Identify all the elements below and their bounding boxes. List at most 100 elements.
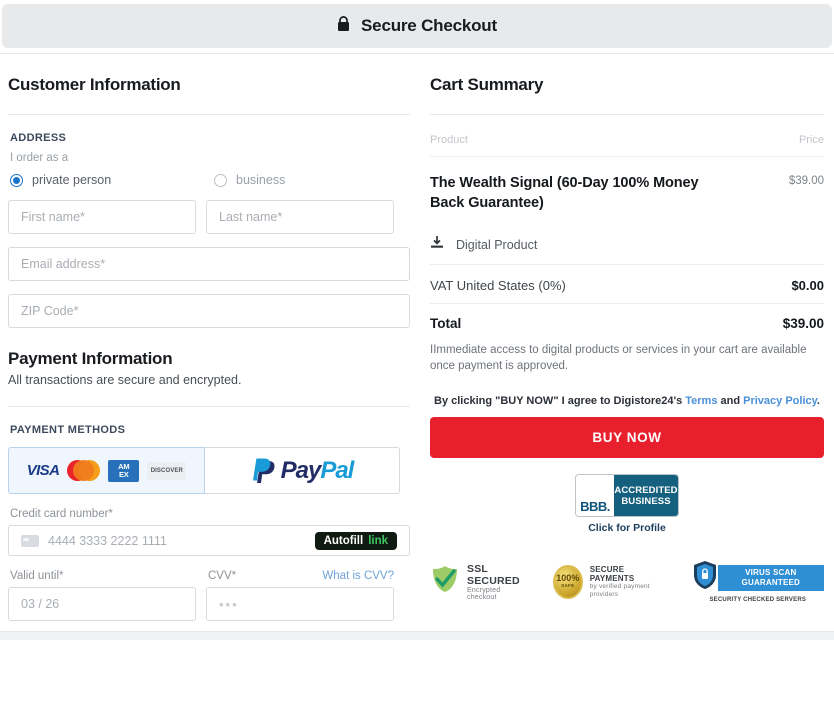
paypal-icon <box>251 457 277 485</box>
payment-method-credit-card[interactable]: VISA AM EX DISCOVER <box>8 447 205 494</box>
virus-scan-subtitle: SECURITY CHECKED SERVERS <box>709 597 807 603</box>
secure-payments-badge: 100% SAFE SECURE PAYMENTS by verified pa… <box>552 564 668 599</box>
cart-summary-title: Cart Summary <box>430 75 544 94</box>
secure-payments-subtitle: by verified payment providers <box>589 582 650 598</box>
name-fields-row: First name* Last name* <box>8 200 410 234</box>
virus-scan-badge: VIRUS SCAN GUARANTEED SECURITY CHECKED S… <box>692 560 824 603</box>
secure-payments-title: SECURE PAYMENTS <box>589 564 635 583</box>
order-as-label: I order as a <box>10 152 69 164</box>
shield-lock-icon <box>692 560 718 595</box>
cvv-input[interactable]: ••• <box>206 587 394 621</box>
footer-strip <box>0 632 834 640</box>
total-row: Total $39.00 <box>430 316 824 331</box>
zip-placeholder: ZIP Code* <box>21 304 79 318</box>
radio-indicator-selected <box>10 173 23 187</box>
delivery-note: IImmediate access to digital products or… <box>430 344 807 372</box>
email-input[interactable]: Email address* <box>8 247 410 281</box>
ssl-title: SSL SECURED <box>467 562 520 587</box>
customer-information-title: Customer Information <box>8 75 181 94</box>
autofill-link-button[interactable]: Autofill link <box>314 531 397 550</box>
terms-suffix: . <box>816 395 820 407</box>
cart-column-product: Product <box>430 134 468 146</box>
first-name-input[interactable]: First name* <box>8 200 196 234</box>
bbb-line1: ACCREDITED <box>614 484 678 496</box>
page-title: Secure Checkout <box>361 16 497 35</box>
payment-methods-label: PAYMENT METHODS <box>10 424 126 436</box>
cart-item-price: $39.00 <box>788 175 824 187</box>
payment-information-title: Payment Information <box>8 349 173 368</box>
cart-item-divider <box>430 264 824 265</box>
last-name-placeholder: Last name* <box>219 210 283 224</box>
radio-business-label: business <box>236 173 286 187</box>
email-field-row: Email address* <box>8 247 410 281</box>
valid-until-label: Valid until* <box>10 570 64 582</box>
bbb-text: ACCREDITED BUSINESS <box>614 475 678 516</box>
payment-method-paypal[interactable]: PayPal <box>205 447 400 494</box>
total-label: Total <box>430 316 462 331</box>
ssl-check-icon <box>430 564 460 599</box>
address-label: ADDRESS <box>10 132 67 144</box>
last-name-input[interactable]: Last name* <box>206 200 394 234</box>
radio-private-person-label: private person <box>32 173 112 187</box>
paypal-label-pay: Pay <box>280 456 322 484</box>
order-as-radio-group: private person business <box>10 173 410 187</box>
payment-method-options: VISA AM EX DISCOVER PayPal <box>8 447 410 494</box>
payment-title-divider <box>8 406 410 407</box>
cart-column: Cart Summary Product Price The Wealth Si… <box>420 54 834 621</box>
checkout-layout: Customer Information ADDRESS I order as … <box>0 54 834 621</box>
radio-business[interactable]: business <box>214 173 285 187</box>
seal-safe: SAFE <box>561 582 575 588</box>
bbb-logo-icon: BBB. <box>576 475 614 516</box>
autofill-suffix: link <box>368 534 388 547</box>
bbb-accredited-business-badge[interactable]: BBB. ACCREDITED BUSINESS <box>575 474 679 517</box>
credit-card-number-label: Credit card number* <box>10 508 113 520</box>
credit-card-number-input[interactable]: 4444 3333 2222 1111 Autofill link <box>8 525 410 556</box>
valid-until-input[interactable]: 03 / 26 <box>8 587 196 621</box>
cvv-label-row: CVV* What is CVV? <box>206 570 394 582</box>
delivery-type-row: Digital Product <box>430 235 824 254</box>
cart-line-item: The Wealth Signal (60-Day 100% Money Bac… <box>430 173 824 213</box>
what-is-cvv-link[interactable]: What is CVV? <box>322 570 394 582</box>
email-placeholder: Email address* <box>21 257 106 271</box>
delivery-type-label: Digital Product <box>456 237 538 252</box>
valid-until-placeholder: 03 / 26 <box>21 597 60 611</box>
amex-icon: AM EX <box>108 459 140 482</box>
visa-icon: VISA <box>26 462 60 479</box>
bbb-letters: BBB. <box>580 499 610 514</box>
ssl-secured-badge: SSL SECURED Encrypted checkout <box>430 563 529 601</box>
cart-item-name: The Wealth Signal (60-Day 100% Money Bac… <box>430 175 699 211</box>
customer-title-divider <box>8 114 410 115</box>
bbb-badge-wrap[interactable]: BBB. ACCREDITED BUSINESS Click for Profi… <box>430 474 824 534</box>
payment-information-subtitle: All transactions are secure and encrypte… <box>8 373 242 387</box>
virus-scan-title: VIRUS SCAN GUARANTEED <box>717 564 824 591</box>
trust-badges-row: SSL SECURED Encrypted checkout 100% SAFE… <box>430 560 824 603</box>
cart-header-divider <box>430 156 824 157</box>
credit-card-icon <box>21 534 39 547</box>
zip-input[interactable]: ZIP Code* <box>8 294 410 328</box>
bbb-line2: BUSINESS <box>621 495 671 507</box>
discover-icon: DISCOVER <box>147 461 187 480</box>
radio-private-person[interactable]: private person <box>10 173 214 187</box>
terms-link[interactable]: Terms <box>685 395 717 407</box>
lock-icon <box>337 15 350 37</box>
download-icon <box>430 235 444 254</box>
privacy-policy-link[interactable]: Privacy Policy <box>743 395 817 407</box>
cvv-placeholder: ••• <box>219 596 239 612</box>
vat-row: VAT United States (0%) $0.00 <box>430 278 824 293</box>
buy-now-button[interactable]: BUY NOW <box>430 417 824 458</box>
mastercard-icon <box>67 460 101 481</box>
valid-until-label-row: Valid until* <box>8 570 196 582</box>
terms-agreement-text: By clicking "BUY NOW" I agree to Digisto… <box>430 395 824 407</box>
credit-card-placeholder: 4444 3333 2222 1111 <box>48 533 167 548</box>
vat-divider <box>430 303 824 304</box>
paypal-label-pal: Pal <box>320 456 354 484</box>
vat-label: VAT United States (0%) <box>430 278 566 293</box>
autofill-label: Autofill <box>323 534 364 547</box>
cart-column-price: Price <box>798 134 824 146</box>
cart-title-divider <box>430 114 824 115</box>
vat-value: $0.00 <box>791 278 824 293</box>
cart-table-header: Product Price <box>430 134 824 146</box>
bbb-click-for-profile-link[interactable]: Click for Profile <box>588 522 666 534</box>
secure-checkout-header: Secure Checkout <box>2 4 832 48</box>
seal-percent: 100% <box>556 572 580 583</box>
